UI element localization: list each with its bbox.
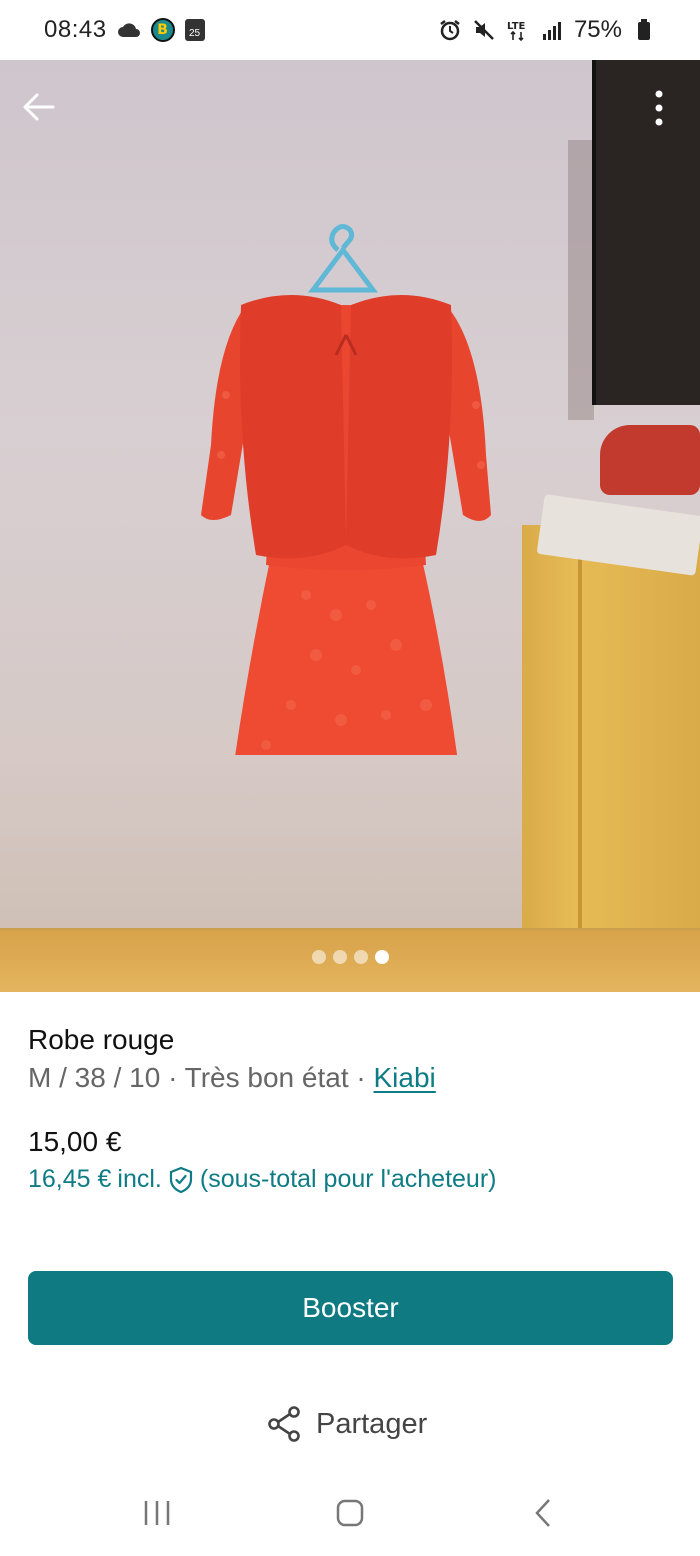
- battery-level: 75%: [573, 16, 622, 43]
- booster-button[interactable]: Booster: [28, 1271, 673, 1345]
- photo-cabinet-edge: [578, 530, 582, 992]
- back-button[interactable]: [513, 1483, 573, 1543]
- dress-graphic: [201, 295, 491, 755]
- listing-attributes: M / 38 / 10 · Très bon état · Kiabi: [28, 1062, 436, 1094]
- recent-apps-button[interactable]: [127, 1483, 187, 1543]
- page-dot[interactable]: [333, 950, 347, 964]
- mute-icon: [472, 18, 496, 42]
- brand-link[interactable]: Kiabi: [374, 1062, 436, 1093]
- page-dot[interactable]: [312, 950, 326, 964]
- listing-photo[interactable]: [0, 60, 700, 992]
- photo-tv-shadow: [568, 140, 594, 420]
- share-label: Partager: [316, 1407, 428, 1440]
- cloud-icon: [117, 18, 141, 42]
- listing-price: 15,00 €: [28, 1126, 122, 1157]
- more-options-icon[interactable]: [652, 88, 666, 128]
- page-dot-active[interactable]: [375, 950, 389, 964]
- buyer-price-note: (sous-total pour l'acheteur): [199, 1165, 497, 1193]
- system-nav-bar: [0, 1470, 700, 1556]
- buyer-price-row[interactable]: 16,45 € incl. (sous-total pour l'acheteu…: [28, 1165, 496, 1194]
- back-icon: [535, 1499, 551, 1527]
- buyer-price-incl: incl.: [117, 1165, 162, 1193]
- photo-cabinet: [522, 525, 700, 992]
- share-icon: [268, 1406, 300, 1442]
- status-right: LTE 75%: [438, 16, 656, 44]
- recent-apps-icon: [144, 1501, 169, 1525]
- photo-clutter: [600, 425, 700, 495]
- buyer-protection-shield-icon: [169, 1166, 192, 1193]
- svg-text:LTE: LTE: [507, 21, 526, 32]
- photo-page-indicator[interactable]: [312, 950, 389, 964]
- back-arrow-icon[interactable]: [22, 90, 56, 124]
- b-app-icon: B: [150, 18, 175, 42]
- status-time: 08:43: [44, 16, 107, 43]
- status-bar: 08:43 B 25 LTE 75%: [0, 0, 700, 60]
- page-dot[interactable]: [354, 950, 368, 964]
- alarm-icon: [438, 18, 462, 42]
- buyer-price-value: 16,45 €: [28, 1165, 112, 1193]
- photo-tv: [592, 60, 700, 405]
- lte-icon: LTE: [506, 18, 530, 42]
- status-left: 08:43 B 25: [44, 16, 205, 44]
- home-button[interactable]: [320, 1483, 380, 1543]
- signal-icon: [540, 18, 564, 42]
- calendar-icon: 25: [184, 19, 205, 41]
- size-condition-text: M / 38 / 10 · Très bon état ·: [28, 1062, 374, 1093]
- home-icon: [336, 1499, 364, 1527]
- battery-icon: [632, 18, 656, 42]
- share-button[interactable]: Partager: [266, 1400, 427, 1448]
- listing-title: Robe rouge: [28, 1024, 175, 1055]
